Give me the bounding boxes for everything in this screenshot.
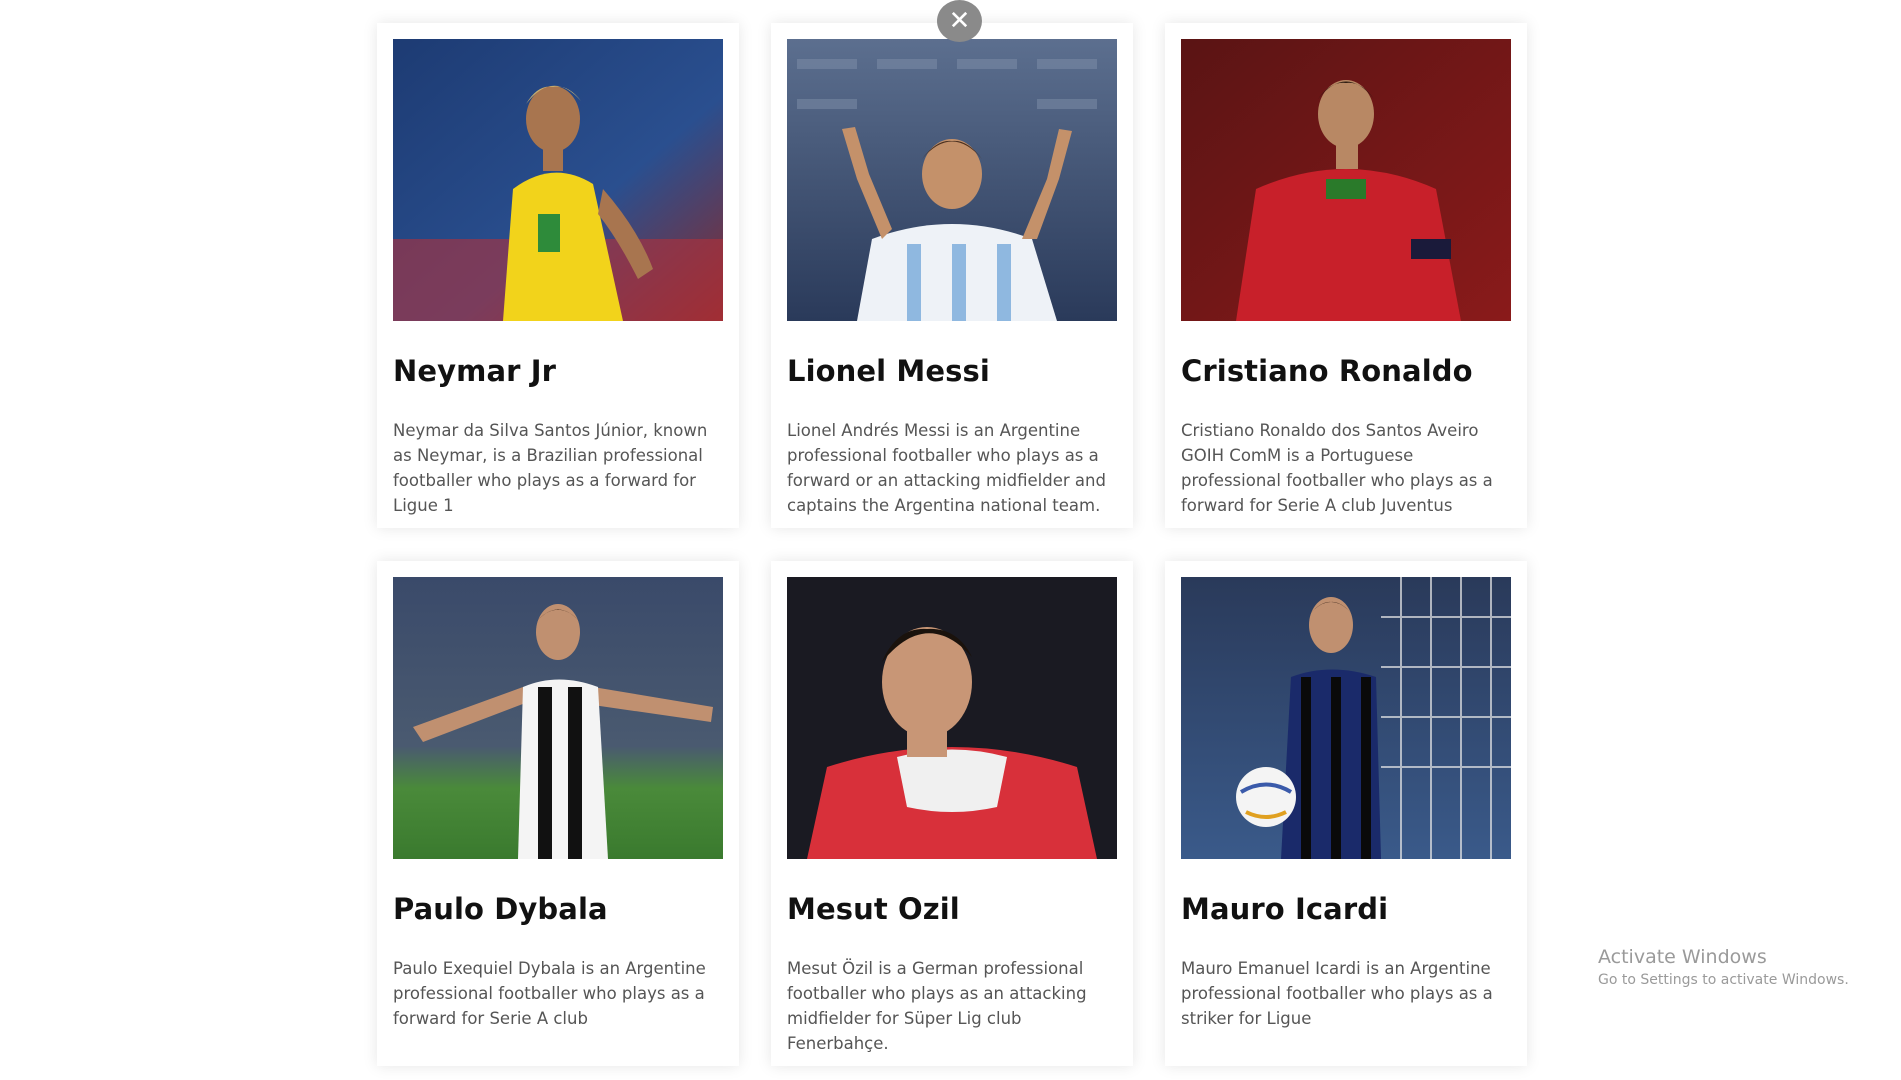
player-name: Cristiano Ronaldo xyxy=(1181,354,1473,388)
icardi-photo-image xyxy=(1181,577,1511,859)
neymar-photo xyxy=(393,39,723,321)
dybala-photo-image xyxy=(393,577,723,859)
player-card-icardi[interactable]: Mauro Icardi Mauro Emanuel Icardi is an … xyxy=(1165,561,1527,1066)
player-description: Mesut Özil is a German professional foot… xyxy=(787,959,1087,1053)
player-card-grid: Neymar Jr Neymar da Silva Santos Júnior,… xyxy=(377,23,1527,1066)
close-icon: ✕ xyxy=(948,6,971,36)
ronaldo-photo xyxy=(1181,39,1511,321)
player-description: Paulo Exequiel Dybala is an Argentine pr… xyxy=(393,959,706,1028)
player-name: Paulo Dybala xyxy=(393,892,608,926)
activate-windows-subtitle: Go to Settings to activate Windows. xyxy=(1598,972,1849,988)
player-name: Mauro Icardi xyxy=(1181,892,1389,926)
player-description: Cristiano Ronaldo dos Santos Aveiro GOIH… xyxy=(1181,421,1493,515)
neymar-photo-image xyxy=(393,39,723,321)
activate-windows-watermark: Activate Windows Go to Settings to activ… xyxy=(1598,946,1849,988)
player-card-messi[interactable]: Lionel Messi Lionel Andrés Messi is an A… xyxy=(771,23,1133,528)
close-button[interactable]: ✕ xyxy=(937,0,982,42)
activate-windows-title: Activate Windows xyxy=(1598,946,1767,968)
player-name: Neymar Jr xyxy=(393,354,557,388)
icardi-photo xyxy=(1181,577,1511,859)
player-card-neymar[interactable]: Neymar Jr Neymar da Silva Santos Júnior,… xyxy=(377,23,739,528)
dybala-photo xyxy=(393,577,723,859)
player-name: Mesut Ozil xyxy=(787,892,960,926)
player-card-ronaldo[interactable]: Cristiano Ronaldo Cristiano Ronaldo dos … xyxy=(1165,23,1527,528)
ronaldo-photo-image xyxy=(1181,39,1511,321)
player-description: Mauro Emanuel Icardi is an Argentine pro… xyxy=(1181,959,1493,1028)
page: Neymar Jr Neymar da Silva Santos Júnior,… xyxy=(0,0,1901,1080)
messi-photo xyxy=(787,39,1117,321)
ozil-photo-image xyxy=(787,577,1117,859)
player-card-dybala[interactable]: Paulo Dybala Paulo Exequiel Dybala is an… xyxy=(377,561,739,1066)
player-name: Lionel Messi xyxy=(787,354,990,388)
player-card-ozil[interactable]: Mesut Ozil Mesut Özil is a German profes… xyxy=(771,561,1133,1066)
player-description: Neymar da Silva Santos Júnior, known as … xyxy=(393,421,708,515)
messi-photo-image xyxy=(787,39,1117,321)
ozil-photo xyxy=(787,577,1117,859)
player-description: Lionel Andrés Messi is an Argentine prof… xyxy=(787,421,1106,515)
